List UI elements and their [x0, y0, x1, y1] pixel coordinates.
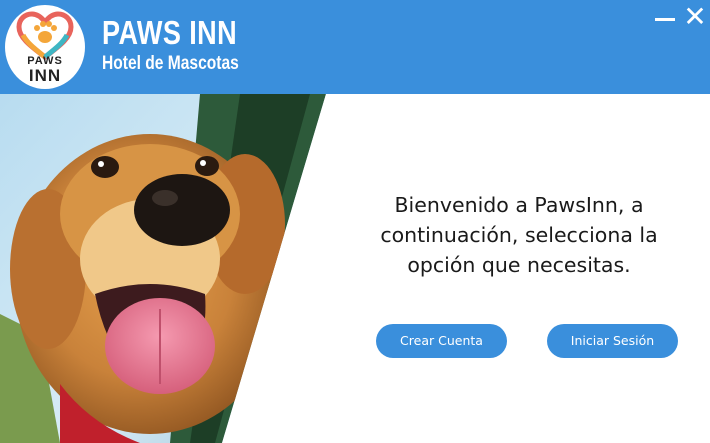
app-header: PAWS INN PAWS INN Hotel de Mascotas ✕ — [0, 0, 710, 94]
close-button[interactable]: ✕ — [682, 3, 708, 31]
app-title: PAWS INN — [102, 14, 238, 51]
login-button[interactable]: Iniciar Sesión — [547, 324, 678, 358]
logo-text-line2: INN — [28, 66, 62, 85]
welcome-message: Bienvenido a PawsInn, a continuación, se… — [380, 193, 658, 277]
minimize-icon — [655, 18, 675, 21]
close-icon: ✕ — [683, 0, 707, 33]
minimize-button[interactable] — [650, 4, 680, 30]
paws-inn-logo: PAWS INN — [5, 5, 85, 89]
app-subtitle: Hotel de Mascotas — [102, 53, 239, 74]
create-account-button[interactable]: Crear Cuenta — [376, 324, 507, 358]
logo-text: PAWS INN — [5, 55, 85, 84]
